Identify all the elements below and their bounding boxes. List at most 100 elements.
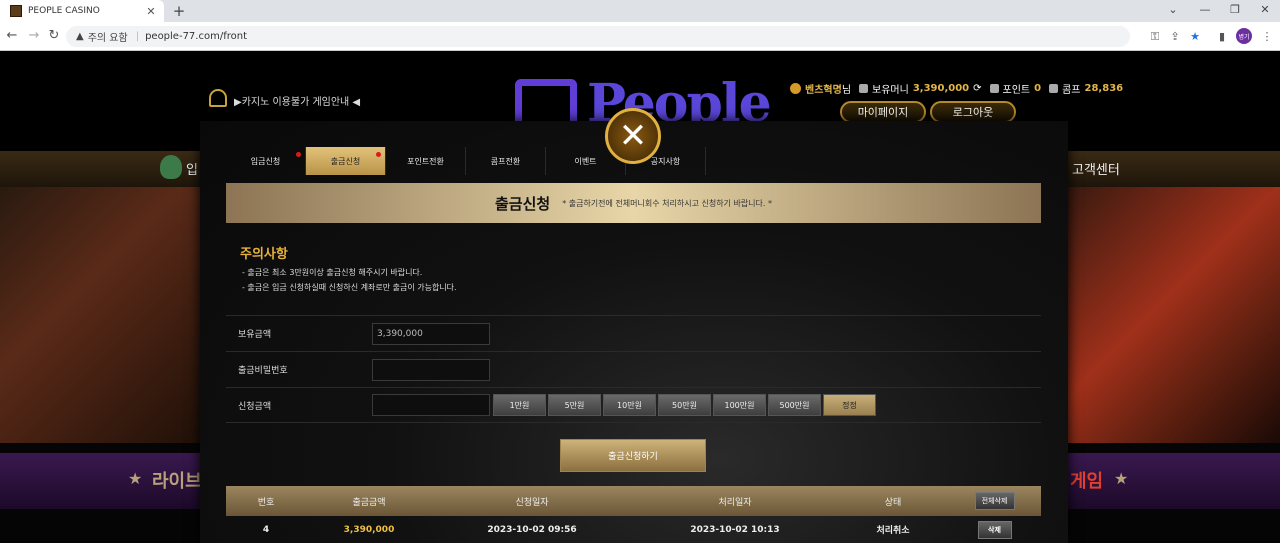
user-name-suffix: 님 xyxy=(841,85,852,96)
delete-all-button[interactable]: 전체삭제 xyxy=(974,492,1015,510)
amount-reset-button[interactable]: 정정 xyxy=(823,394,876,416)
refresh-icon[interactable]: ⟳ xyxy=(973,83,981,94)
tab-point-convert[interactable]: 포인트전환 xyxy=(386,147,466,175)
modal-close-icon[interactable]: ✕ xyxy=(605,108,661,164)
amount-1m-button[interactable]: 100만원 xyxy=(713,394,766,416)
row-delete-button[interactable]: 삭제 xyxy=(977,520,1012,539)
tab-label: 포인트전환 xyxy=(407,156,444,166)
menu-item-customer-center[interactable]: 고객센터 xyxy=(1072,159,1120,178)
user-coin-icon xyxy=(790,83,801,94)
tab-comp-convert[interactable]: 콤프전환 xyxy=(466,147,546,175)
star-icon: ★ xyxy=(128,469,143,488)
row-status: 처리취소 xyxy=(876,526,910,536)
col-header-processed: 처리일자 xyxy=(718,497,752,508)
history-table-header: 번호 출금금액 신청일자 처리일자 상태 전체삭제 xyxy=(226,486,1041,516)
menu-item-deposit-fragment[interactable]: 입 xyxy=(186,159,198,178)
amount-row: 신청금액 1만원 5만원 10만원 50만원 100만원 500만원 정정 xyxy=(226,387,1041,423)
amount-5m-button[interactable]: 500만원 xyxy=(768,394,821,416)
user-name: 벤츠혁명 xyxy=(805,85,842,96)
forward-icon[interactable]: → xyxy=(26,28,42,43)
mypage-button[interactable]: 마이페이지 xyxy=(840,101,926,123)
restore-icon[interactable]: ❐ xyxy=(1226,3,1244,16)
point-icon xyxy=(989,84,999,93)
row-amount: 3,390,000 xyxy=(343,524,395,535)
comp-label: 콤프 xyxy=(1062,85,1081,96)
row-number: 4 xyxy=(262,524,270,535)
reload-icon[interactable]: ↻ xyxy=(46,28,62,43)
casino-background-left xyxy=(0,187,200,443)
amount-10k-button[interactable]: 1만원 xyxy=(493,394,546,416)
comp-value: 28,836 xyxy=(1084,83,1124,94)
modal-title: 출금신청 xyxy=(494,194,551,213)
balance-icon xyxy=(859,84,869,93)
request-amount-label: 신청금액 xyxy=(238,401,272,412)
table-row: 4 3,390,000 2023-10-02 09:56 2023-10-02 … xyxy=(226,516,1041,543)
balance-amount-field xyxy=(372,322,490,345)
minimize-icon[interactable]: — xyxy=(1196,3,1214,16)
amount-100k-button[interactable]: 10만원 xyxy=(603,394,656,416)
tab-label: 공지사항 xyxy=(650,156,681,166)
request-amount-input[interactable] xyxy=(372,394,490,416)
key-icon[interactable]: ⚿ xyxy=(1148,30,1162,44)
moneybag-icon xyxy=(160,155,182,179)
sidepanel-icon[interactable]: ▮ xyxy=(1215,30,1229,43)
tab-withdraw[interactable]: 출금신청 xyxy=(306,147,386,175)
notice-ticker[interactable]: ▶카지노 이용불가 게임안내 ◀ xyxy=(234,93,360,108)
row-requested-date: 2023-10-02 09:56 xyxy=(487,524,577,535)
balance-label: 보유머니 xyxy=(872,85,909,96)
tab-title: PEOPLE CASINO xyxy=(28,6,100,16)
casino-favicon-icon xyxy=(10,5,22,17)
notice-line: - 출금은 입금 신청하실때 신청하신 계좌로만 출금이 가능합니다. xyxy=(242,283,457,292)
modal-subtitle: * 출금하기전에 전체머니회수 처리하시고 신청하기 바랍니다. * xyxy=(562,198,772,208)
delete-all-cell: 전체삭제 xyxy=(948,492,1041,510)
url-input[interactable]: ▲ 주의 요함 | people-77.com/front xyxy=(66,26,1130,47)
row-processed-date: 2023-10-02 10:13 xyxy=(690,524,780,535)
address-bar: ← → ↻ ▲ 주의 요함 | people-77.com/front ⚿ ⇪ … xyxy=(0,22,1280,51)
menu-dots-icon[interactable]: ⋮ xyxy=(1260,30,1274,43)
amount-50k-button[interactable]: 5만원 xyxy=(548,394,601,416)
game-category-fragment[interactable]: 게임 xyxy=(1070,467,1103,493)
bookmark-star-icon[interactable]: ★ xyxy=(1188,30,1202,43)
withdrawal-modal: 입금신청 출금신청 포인트전환 콤프전환 이벤트 공지사항 출금신청 * 출금하기전에 전… xyxy=(200,121,1068,543)
point-label: 포인트 xyxy=(1002,85,1031,96)
live-category-fragment[interactable]: 라이브 xyxy=(152,467,202,493)
amount-500k-button[interactable]: 50만원 xyxy=(658,394,711,416)
tab-label: 입금신청 xyxy=(250,156,281,166)
tab-deposit[interactable]: 입금신청 xyxy=(226,147,306,175)
warning-icon[interactable]: ▲ xyxy=(76,31,84,42)
col-header-amount: 출금금액 xyxy=(352,497,386,508)
bell-icon xyxy=(209,89,227,107)
col-header-requested: 신청일자 xyxy=(515,497,549,508)
notice-title: 주의사항 xyxy=(240,247,288,262)
withdraw-submit-button[interactable]: 출금신청하기 xyxy=(560,439,706,472)
new-tab-icon[interactable]: + xyxy=(170,2,188,20)
withdraw-password-label: 출금비밀번호 xyxy=(238,366,288,376)
url-text[interactable]: people-77.com/front xyxy=(145,31,247,42)
close-window-icon[interactable]: ✕ xyxy=(1256,3,1274,16)
balance-row: 보유금액 xyxy=(226,315,1041,351)
tab-search-icon[interactable]: ⌄ xyxy=(1164,3,1182,16)
logout-button[interactable]: 로그아웃 xyxy=(930,101,1016,123)
modal-title-bar: 출금신청 * 출금하기전에 전체머니회수 처리하시고 신청하기 바랍니다. * xyxy=(226,183,1041,223)
tab-label: 출금신청 xyxy=(330,156,361,166)
profile-avatar[interactable]: 병기 xyxy=(1236,28,1252,44)
balance-value: 3,390,000 xyxy=(912,83,970,94)
casino-site: ▶카지노 이용불가 게임안내 ◀ People 벤츠혁명 님 보유머니 3,39… xyxy=(0,51,1280,543)
col-header-status: 상태 xyxy=(884,497,902,508)
tab-label: 이벤트 xyxy=(574,156,597,166)
browser-tabbar: PEOPLE CASINO ✕ + ⌄ — ❐ ✕ xyxy=(0,0,1280,22)
security-label[interactable]: 주의 요함 xyxy=(88,29,128,44)
withdraw-password-input[interactable] xyxy=(372,358,490,381)
share-icon[interactable]: ⇪ xyxy=(1168,30,1182,43)
url-separator: | xyxy=(135,31,140,42)
browser-tab[interactable]: PEOPLE CASINO ✕ xyxy=(0,0,164,22)
back-icon[interactable]: ← xyxy=(4,28,20,43)
col-header-number: 번호 xyxy=(257,497,275,508)
comp-icon xyxy=(1049,84,1059,93)
user-info: 벤츠혁명 님 보유머니 3,390,000 ⟳ 포인트 0 콤프 28,836 xyxy=(790,81,1123,96)
tab-label: 콤프전환 xyxy=(490,156,521,166)
notice-line: - 출금은 최소 3만원이상 출금신청 해주시기 바랍니다. xyxy=(242,268,423,277)
close-tab-icon[interactable]: ✕ xyxy=(144,5,158,18)
notification-dot xyxy=(376,152,381,157)
casino-background-right xyxy=(1068,187,1280,443)
